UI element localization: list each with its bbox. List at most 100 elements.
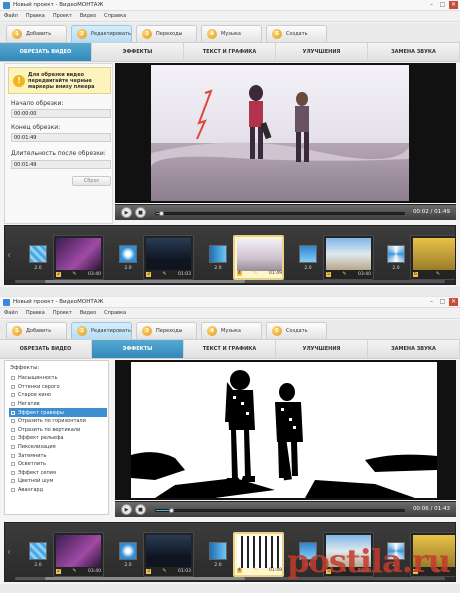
- tab-effects[interactable]: ЭФФЕКТЫ: [92, 340, 184, 358]
- transition-item[interactable]: 2.0: [207, 242, 229, 276]
- tab-text-graphics[interactable]: ТЕКСТ И ГРАФИКА: [184, 340, 276, 358]
- effect-item-selected[interactable]: ✓ Эффект гравюры: [9, 408, 107, 417]
- effect-item[interactable]: Насыщенность: [9, 374, 107, 383]
- transition-item[interactable]: 2.0: [117, 242, 139, 276]
- clip-thumbnail[interactable]: 2 ✎ 03:40: [53, 235, 104, 280]
- transition-item[interactable]: 2.0: [117, 539, 139, 573]
- pencil-icon[interactable]: ✎: [162, 568, 166, 574]
- checkbox[interactable]: [11, 462, 15, 467]
- menu-file[interactable]: Файл: [4, 13, 18, 19]
- effect-item[interactable]: Цветной шум: [9, 477, 107, 486]
- seek-bar[interactable]: [155, 211, 405, 216]
- checkbox[interactable]: [11, 470, 15, 475]
- menu-edit[interactable]: Правка: [26, 13, 45, 19]
- menu-edit[interactable]: Правка: [26, 310, 45, 316]
- transition-item[interactable]: 2.0: [207, 539, 229, 573]
- reset-button[interactable]: Сброс: [72, 176, 111, 186]
- clip-thumbnail-selected[interactable]: 4 ✎ 01:49: [233, 532, 284, 577]
- pencil-icon[interactable]: ✎: [253, 270, 257, 276]
- effect-item[interactable]: Старое кино: [9, 391, 107, 400]
- menu-file[interactable]: Файл: [4, 310, 18, 316]
- pencil-icon[interactable]: ✎: [436, 271, 440, 277]
- step-transitions[interactable]: 3 Переходы: [136, 25, 197, 42]
- tab-replace-sound[interactable]: ЗАМЕНА ЗВУКА: [368, 340, 460, 358]
- scrollbar-thumb[interactable]: [45, 280, 245, 283]
- tab-trim[interactable]: ОБРЕЗАТЬ ВИДЕО: [0, 43, 92, 61]
- transition-item[interactable]: 2.0: [27, 539, 49, 573]
- pencil-icon[interactable]: ✎: [253, 567, 257, 573]
- tab-text-graphics[interactable]: ТЕКСТ И ГРАФИКА: [184, 43, 276, 61]
- end-field[interactable]: 00:01:49: [11, 133, 111, 142]
- step-music[interactable]: 4 Музыка: [201, 25, 262, 42]
- seek-bar[interactable]: [155, 508, 405, 513]
- tab-effects[interactable]: ЭФФЕКТЫ: [92, 43, 184, 61]
- tab-trim[interactable]: ОБРЕЗАТЬ ВИДЕО: [0, 340, 92, 358]
- minimize-button[interactable]: –: [427, 1, 436, 9]
- clip-thumbnail[interactable]: 6 ✎: [410, 235, 455, 280]
- checkbox[interactable]: [11, 384, 15, 389]
- scroll-left-icon[interactable]: ‹: [7, 250, 13, 262]
- clip-thumbnail[interactable]: 3 ✎ 01:03: [143, 532, 194, 577]
- minimize-button[interactable]: –: [427, 298, 436, 306]
- maximize-button[interactable]: □: [438, 298, 447, 306]
- effect-item[interactable]: Авангард: [9, 486, 107, 495]
- menu-video[interactable]: Видео: [80, 310, 96, 316]
- clip-thumbnail-selected[interactable]: 4 ✎ 01:49: [233, 235, 284, 280]
- clip-thumbnail[interactable]: 5 ✎ 03:40: [323, 235, 374, 280]
- play-icon[interactable]: ▶: [121, 504, 132, 515]
- menu-video[interactable]: Видео: [80, 13, 96, 19]
- effect-item[interactable]: Эффект рельефа: [9, 434, 107, 443]
- effect-item[interactable]: Негатив: [9, 400, 107, 409]
- start-field[interactable]: 00:00:00: [11, 109, 111, 118]
- maximize-button[interactable]: □: [438, 1, 447, 9]
- checkbox-checked[interactable]: ✓: [11, 410, 15, 415]
- effect-item[interactable]: Оттенки серого: [9, 383, 107, 392]
- checkbox[interactable]: [11, 402, 15, 407]
- checkbox[interactable]: [11, 376, 15, 381]
- effect-item[interactable]: Пикселизация: [9, 443, 107, 452]
- clip-thumbnail[interactable]: 3 ✎ 01:03: [143, 235, 194, 280]
- storyboard-scrollbar[interactable]: [15, 280, 445, 283]
- effect-item[interactable]: Отразить по вертикали: [9, 426, 107, 435]
- menu-project[interactable]: Проект: [53, 13, 72, 19]
- checkbox[interactable]: [11, 419, 15, 424]
- step-create[interactable]: 5 Создать: [266, 25, 327, 42]
- pencil-icon[interactable]: ✎: [162, 271, 166, 277]
- pencil-icon[interactable]: ✎: [72, 271, 76, 277]
- step-edit[interactable]: 2 Редактировать: [71, 322, 132, 339]
- scroll-left-icon[interactable]: ‹: [7, 547, 13, 559]
- checkbox[interactable]: [11, 393, 15, 398]
- effect-item[interactable]: Затемнить: [9, 451, 107, 460]
- checkbox[interactable]: [11, 427, 15, 432]
- scrollbar-thumb[interactable]: [45, 577, 245, 580]
- pencil-icon[interactable]: ✎: [72, 568, 76, 574]
- transition-item[interactable]: 2.0: [385, 242, 407, 276]
- checkbox[interactable]: [11, 445, 15, 450]
- step-edit[interactable]: 2 Редактировать: [71, 25, 132, 42]
- checkbox[interactable]: [11, 479, 15, 484]
- transition-item[interactable]: 2.0: [297, 242, 319, 276]
- step-add[interactable]: 1 Добавить: [6, 25, 67, 42]
- seek-handle[interactable]: [168, 508, 174, 513]
- close-button[interactable]: ✕: [449, 298, 458, 306]
- tab-replace-sound[interactable]: ЗАМЕНА ЗВУКА: [368, 43, 460, 61]
- effect-item[interactable]: Отразить по горизонтали: [9, 417, 107, 426]
- step-create[interactable]: 5 Создать: [266, 322, 327, 339]
- step-add[interactable]: 1 Добавить: [6, 322, 67, 339]
- checkbox[interactable]: [11, 453, 15, 458]
- video-preview[interactable]: [115, 360, 456, 500]
- pencil-icon[interactable]: ✎: [342, 271, 346, 277]
- tab-improvements[interactable]: УЛУЧШЕНИЯ: [276, 43, 368, 61]
- menu-help[interactable]: Справка: [104, 310, 126, 316]
- menu-help[interactable]: Справка: [104, 13, 126, 19]
- tab-improvements[interactable]: УЛУЧШЕНИЯ: [276, 340, 368, 358]
- stop-icon[interactable]: ■: [135, 207, 146, 218]
- effect-item[interactable]: Осветлить: [9, 460, 107, 469]
- seek-handle[interactable]: [158, 211, 164, 216]
- play-icon[interactable]: ▶: [121, 207, 132, 218]
- checkbox[interactable]: [11, 488, 15, 493]
- video-preview[interactable]: [115, 63, 456, 203]
- stop-icon[interactable]: ■: [135, 504, 146, 515]
- menu-project[interactable]: Проект: [53, 310, 72, 316]
- checkbox[interactable]: [11, 436, 15, 441]
